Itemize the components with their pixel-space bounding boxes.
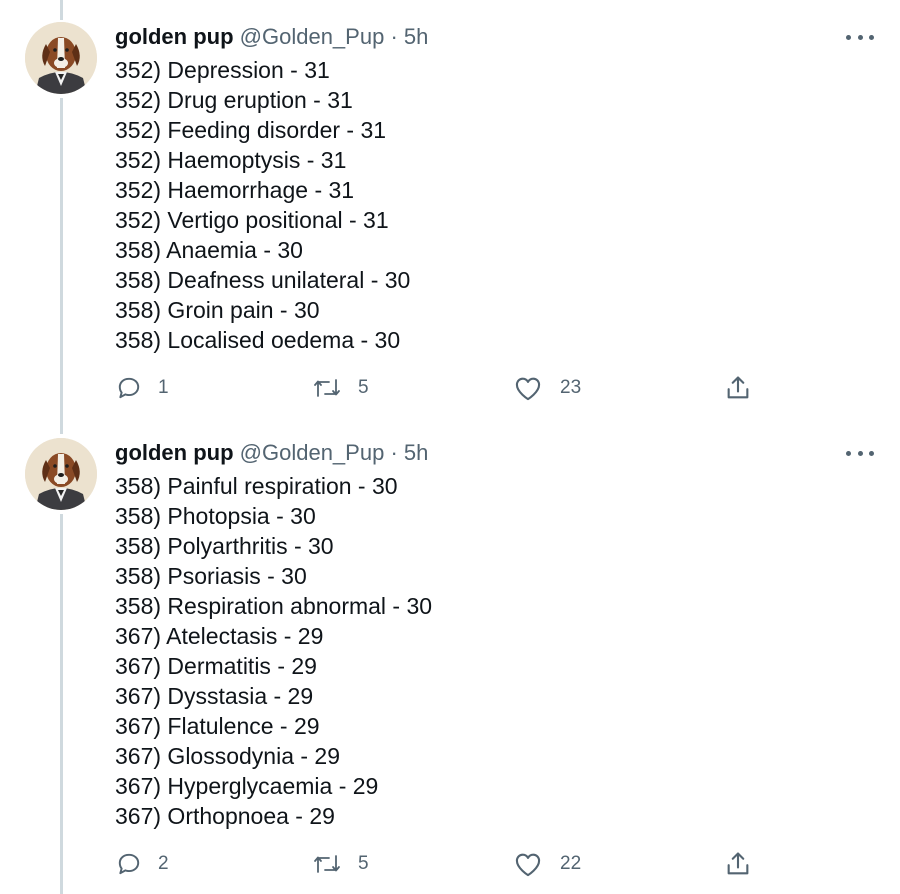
dog-portrait-icon [25,22,97,94]
tweet[interactable]: golden pup @Golden_Pup · 5h 358) Painful… [0,420,900,894]
tweet-line: 367) Orthopnoea - 29 [115,803,335,829]
retweet-count: 5 [358,853,369,874]
tweet-line: 358) Respiration abnormal - 30 [115,593,433,619]
tweet[interactable]: golden pup @Golden_Pup · 5h 352) Depress… [0,0,900,420]
retweet-icon [314,379,340,397]
reply-icon [118,853,140,875]
tweet-line: 352) Feeding disorder - 31 [115,117,387,143]
tweet-text: 358) Painful respiration - 30 358) Photo… [115,471,432,831]
tweet-line: 358) Photopsia - 30 [115,503,316,529]
tweet-line: 352) Drug eruption - 31 [115,87,353,113]
like-button[interactable]: 22 [514,847,581,881]
display-name[interactable]: golden pup [115,24,234,49]
tweet-line: 367) Dermatitis - 29 [115,653,317,679]
user-handle[interactable]: @Golden_Pup [240,440,385,465]
separator-dot: · [390,24,398,49]
like-icon [515,853,541,877]
tweet-line: 358) Polyarthritis - 30 [115,533,334,559]
retweet-button[interactable]: 5 [312,371,369,405]
reply-button[interactable]: 1 [116,371,169,405]
tweet-text: 352) Depression - 31 352) Drug eruption … [115,55,410,355]
dog-portrait-icon [25,438,97,510]
avatar[interactable] [25,22,97,94]
reply-count: 2 [158,853,169,874]
reply-count: 1 [158,377,169,398]
timestamp[interactable]: 5h [404,440,428,465]
share-button[interactable] [724,371,752,405]
separator-dot: · [390,440,398,465]
like-icon [515,377,541,401]
tweet-line: 352) Vertigo positional - 31 [115,207,389,233]
tweet-line: 358) Localised oedema - 30 [115,327,401,353]
avatar[interactable] [25,438,97,510]
tweet-line: 358) Painful respiration - 30 [115,473,398,499]
user-handle[interactable]: @Golden_Pup [240,24,385,49]
tweet-line: 352) Depression - 31 [115,57,330,83]
share-icon [727,852,749,875]
timestamp[interactable]: 5h [404,24,428,49]
tweet-actions: 1 5 23 [0,371,900,405]
tweet-line: 352) Haemorrhage - 31 [115,177,355,203]
retweet-count: 5 [358,377,369,398]
more-icon[interactable] [846,447,874,459]
tweet-line: 367) Hyperglycaemia - 29 [115,773,379,799]
tweet-line: 352) Haemoptysis - 31 [115,147,347,173]
tweet-line: 358) Deafness unilateral - 30 [115,267,411,293]
like-count: 23 [560,377,582,398]
tweet-line: 358) Anaemia - 30 [115,237,303,263]
like-button[interactable]: 23 [514,371,581,405]
retweet-button[interactable]: 5 [312,847,369,881]
reply-button[interactable]: 2 [116,847,169,881]
tweet-line: 367) Atelectasis - 29 [115,623,324,649]
share-icon [727,376,749,399]
tweet-header: golden pup @Golden_Pup · 5h [115,440,428,466]
share-button[interactable] [724,847,752,881]
tweet-line: 367) Glossodynia - 29 [115,743,341,769]
more-icon[interactable] [846,31,874,43]
tweet-header: golden pup @Golden_Pup · 5h [115,24,428,50]
retweet-icon [314,855,340,873]
tweet-actions: 2 5 22 [0,847,900,881]
tweet-line: 358) Groin pain - 30 [115,297,320,323]
tweet-line: 367) Flatulence - 29 [115,713,320,739]
tweet-line: 367) Dysstasia - 29 [115,683,314,709]
like-count: 22 [560,853,582,874]
tweet-line: 358) Psoriasis - 30 [115,563,307,589]
display-name[interactable]: golden pup [115,440,234,465]
reply-icon [118,377,140,399]
